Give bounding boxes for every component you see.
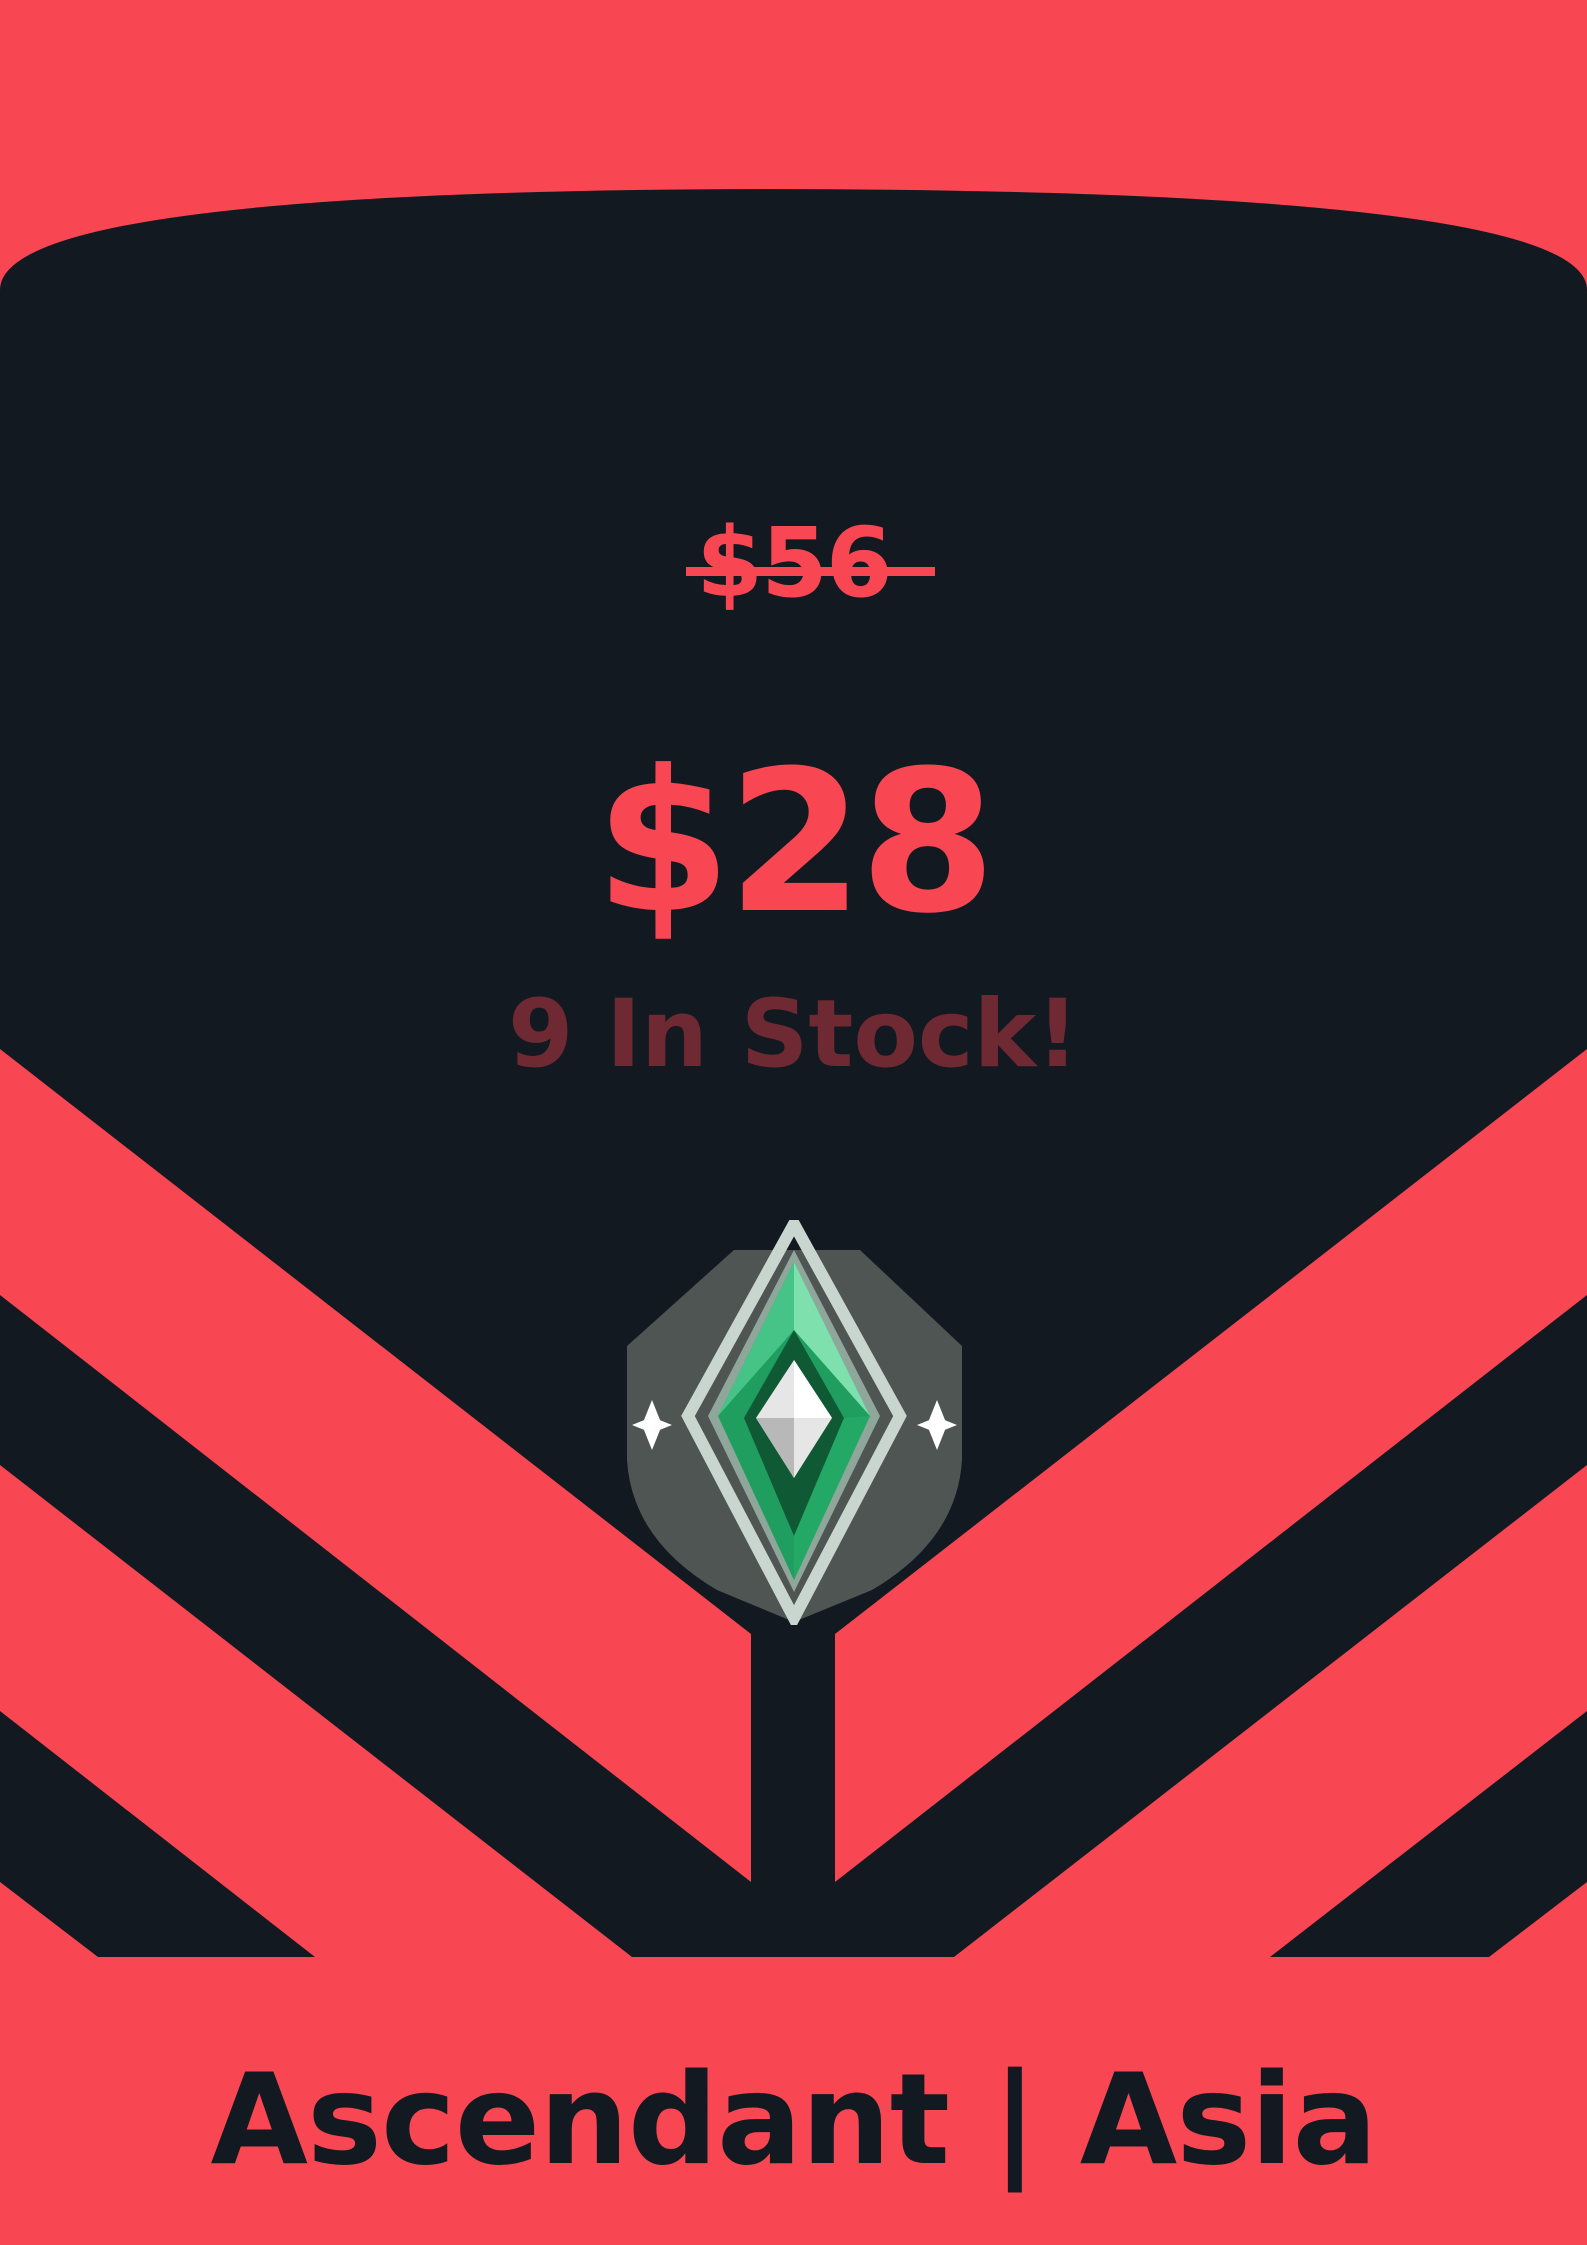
sale-price: $28 xyxy=(594,729,996,957)
original-price: $56 xyxy=(696,507,892,619)
stock-status: 9 In Stock! xyxy=(507,980,1080,1089)
ascendant-rank-emblem-icon xyxy=(627,1220,962,1625)
background-graphic xyxy=(0,189,1587,2245)
price-strikethrough xyxy=(686,567,935,576)
product-title: Ascendant | Asia xyxy=(210,2046,1378,2193)
product-card: $56 $28 9 In Stock! Ascendant | Asia xyxy=(0,0,1587,2245)
